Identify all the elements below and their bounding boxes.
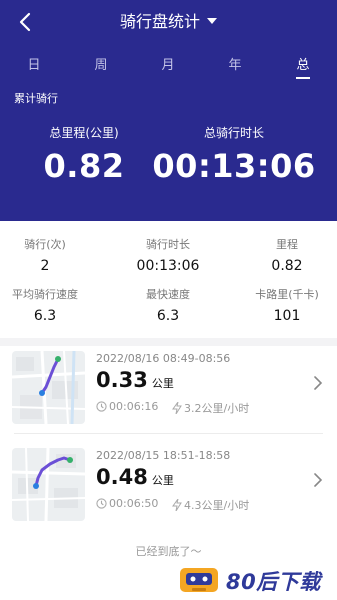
- record-duration-value: 00:06:50: [109, 497, 159, 510]
- record-date: 2022/08/16 08:49-08:56: [96, 352, 231, 365]
- bolt-icon: [172, 402, 182, 414]
- bolt-icon: [172, 499, 182, 511]
- tab-week[interactable]: 周: [81, 56, 121, 76]
- site-watermark: 80后下载: [174, 560, 337, 600]
- stats-grid: 骑行(次) 2 骑行时长 00:13:06 里程 0.82 平均骑行速度 6.3…: [0, 221, 337, 338]
- record-distance-unit: 公里: [151, 377, 174, 390]
- watermark-logo-icon: [180, 568, 218, 592]
- record-date: 2022/08/15 18:51-18:58: [96, 449, 231, 462]
- stat-rides-label: 骑行(次): [24, 238, 66, 251]
- record-speed-value: 3.2公里/小时: [184, 402, 250, 415]
- route-map-thumbnail: [12, 448, 85, 521]
- stat-calories-value: 101: [273, 308, 301, 324]
- stat-ride-time-value: 00:13:06: [136, 258, 200, 274]
- caret-down-icon: [207, 18, 217, 24]
- record-distance: 0.33 公里: [96, 368, 174, 392]
- page-title: 骑行盘统计: [119, 12, 200, 31]
- ride-record[interactable]: 2022/08/16 08:49-08:56 0.33 公里 00:06:16 3…: [0, 346, 337, 434]
- stat-mileage: 里程 0.82: [231, 237, 337, 276]
- chevron-right-icon[interactable]: [311, 473, 325, 487]
- ride-record[interactable]: 2022/08/15 18:51-18:58 0.48 公里 00:06:50 4…: [0, 443, 337, 531]
- record-duration: 00:06:50: [96, 497, 158, 510]
- total-duration-label: 总骑行时长: [203, 126, 264, 140]
- stat-max-speed: 最快速度 6.3: [112, 287, 224, 326]
- tab-day[interactable]: 日: [14, 56, 54, 76]
- clock-icon: [96, 401, 107, 412]
- stats-header: 骑行盘统计 日 周 月 年 总 累计骑行 总里程(公里) 0.82 总骑行时长 …: [0, 0, 337, 221]
- record-distance-unit: 公里: [151, 474, 174, 487]
- watermark-text: 80后下载: [226, 570, 321, 594]
- stat-max-speed-value: 6.3: [156, 308, 180, 324]
- stat-rides: 骑行(次) 2: [0, 237, 101, 276]
- stat-ride-time: 骑行时长 00:13:06: [112, 237, 224, 276]
- record-speed: 4.3公里/小时: [172, 497, 249, 513]
- record-duration: 00:06:16: [96, 400, 158, 413]
- stat-avg-speed-label: 平均骑行速度: [12, 288, 78, 301]
- record-separator: [14, 433, 323, 434]
- total-duration-value: 00:13:06: [152, 147, 316, 185]
- stat-calories: 卡路里(千卡) 101: [231, 287, 337, 326]
- record-distance-value: 0.33: [96, 368, 148, 392]
- section-label: 累计骑行: [14, 92, 58, 105]
- stat-avg-speed-value: 6.3: [33, 308, 57, 324]
- chevron-right-icon[interactable]: [311, 376, 325, 390]
- stat-mileage-value: 0.82: [271, 258, 303, 274]
- stat-calories-label: 卡路里(千卡): [255, 288, 319, 301]
- title-dropdown[interactable]: 骑行盘统计: [0, 10, 337, 34]
- stat-avg-speed: 平均骑行速度 6.3: [0, 287, 101, 326]
- route-map-thumbnail: [12, 351, 85, 424]
- stat-rides-value: 2: [40, 258, 50, 274]
- clock-icon: [96, 498, 107, 509]
- record-speed: 3.2公里/小时: [172, 400, 249, 416]
- stat-max-speed-label: 最快速度: [146, 288, 190, 301]
- total-distance-label: 总里程(公里): [49, 126, 119, 140]
- tab-year[interactable]: 年: [215, 56, 255, 76]
- total-distance-value: 0.82: [43, 147, 125, 185]
- stat-mileage-label: 里程: [276, 238, 298, 251]
- end-of-list-note: 已经到底了～: [135, 545, 202, 558]
- period-tabs: 日 周 月 年 总: [0, 56, 337, 80]
- tab-month[interactable]: 月: [148, 56, 188, 76]
- tab-total[interactable]: 总: [283, 56, 323, 79]
- record-distance-value: 0.48: [96, 465, 148, 489]
- record-duration-value: 00:06:16: [109, 400, 159, 413]
- record-speed-value: 4.3公里/小时: [184, 499, 250, 512]
- section-divider: [0, 338, 337, 346]
- record-distance: 0.48 公里: [96, 465, 174, 489]
- active-tab-underline: [296, 77, 310, 79]
- stat-ride-time-label: 骑行时长: [146, 238, 190, 251]
